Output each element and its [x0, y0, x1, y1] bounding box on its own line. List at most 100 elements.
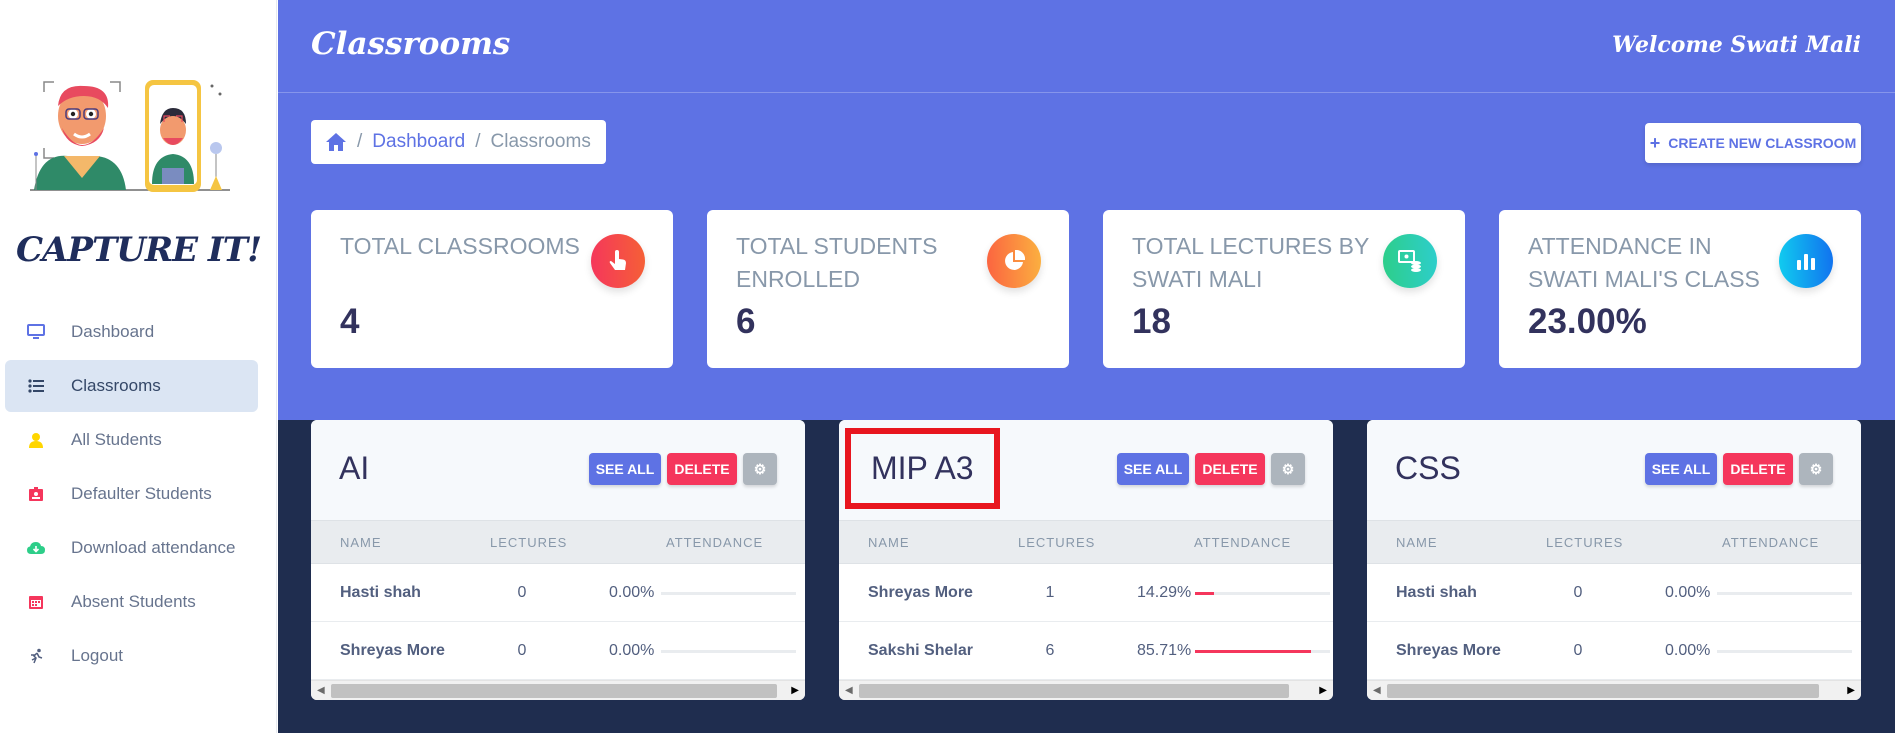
- classroom-name: MIP A3: [845, 428, 1000, 509]
- delete-button[interactable]: DELETE: [1195, 453, 1265, 485]
- table-row: Hasti shah 0 0.00%: [311, 564, 805, 622]
- column-header-lectures: LECTURES: [1018, 535, 1096, 550]
- attendance-percent: 0.00%: [1665, 642, 1711, 659]
- sidebar-item-label: All Students: [71, 430, 162, 449]
- attendance-bar: [1195, 592, 1330, 595]
- table-row: Shreyas More 0 0.00%: [311, 622, 805, 680]
- sidebar-item-download-attendance[interactable]: Download attendance: [5, 522, 258, 574]
- calendar-icon: [21, 594, 51, 610]
- table-row: Shreyas More 0 0.00%: [1367, 622, 1861, 680]
- settings-button[interactable]: ⚙: [743, 453, 777, 485]
- see-all-button[interactable]: SEE ALL: [1117, 453, 1189, 485]
- header-divider: [278, 92, 1895, 93]
- lectures-count: 0: [1573, 642, 1583, 659]
- sidebar-item-dashboard[interactable]: Dashboard: [5, 306, 258, 358]
- home-icon[interactable]: [325, 132, 347, 152]
- horizontal-scrollbar[interactable]: ◀ ▶: [1367, 680, 1861, 700]
- student-name: Hasti shah: [1396, 584, 1477, 601]
- stat-value: 6: [736, 302, 756, 341]
- card-header: CSS SEE ALL DELETE ⚙: [1367, 420, 1861, 520]
- scrollbar-thumb[interactable]: [1387, 684, 1819, 698]
- sidebar-item-all-students[interactable]: All Students: [5, 414, 258, 466]
- sidebar-item-label: Dashboard: [71, 322, 155, 341]
- bar-chart-icon: [1779, 234, 1833, 288]
- student-name: Shreyas More: [868, 584, 973, 601]
- plus-icon: +: [1649, 132, 1661, 153]
- gear-icon: ⚙: [1809, 460, 1823, 477]
- settings-button[interactable]: ⚙: [1271, 453, 1305, 485]
- scroll-left-arrow-icon[interactable]: ◀: [845, 685, 853, 696]
- classroom-card-ai: AI SEE ALL DELETE ⚙ NAME LECTURES ATTEND…: [311, 420, 805, 700]
- scroll-right-arrow-icon[interactable]: ▶: [1847, 685, 1855, 696]
- stat-title: TOTAL CLASSROOMS: [340, 233, 580, 259]
- lectures-count: 0: [517, 642, 527, 659]
- table-header: NAME LECTURES ATTENDANCE: [311, 520, 805, 564]
- sidebar-item-label: Classrooms: [71, 376, 161, 395]
- sidebar-item-classrooms[interactable]: Classrooms: [5, 360, 258, 412]
- stat-title: TOTAL STUDENTS ENROLLED: [736, 233, 938, 292]
- scroll-right-arrow-icon[interactable]: ▶: [1319, 685, 1327, 696]
- stat-value: 23.00%: [1528, 302, 1647, 341]
- student-name: Hasti shah: [340, 584, 421, 601]
- cloud-download-icon: [21, 541, 51, 555]
- column-header-attendance: ATTENDANCE: [666, 535, 764, 550]
- page-title: Classrooms: [311, 26, 511, 62]
- lectures-count: 0: [517, 584, 527, 601]
- classroom-name: AI: [339, 450, 370, 486]
- attendance-percent: 85.71%: [1137, 642, 1192, 659]
- see-all-button[interactable]: SEE ALL: [589, 453, 661, 485]
- table-header: NAME LECTURES ATTENDANCE: [839, 520, 1333, 564]
- sidebar-item-logout[interactable]: Logout: [5, 630, 258, 682]
- classroom-name: CSS: [1395, 450, 1461, 486]
- list-icon: [21, 379, 51, 393]
- horizontal-scrollbar[interactable]: ◀ ▶: [839, 680, 1333, 700]
- card-actions: SEE ALL DELETE ⚙: [1111, 453, 1305, 485]
- attendance-bar: [1717, 650, 1852, 653]
- sidebar-item-label: Absent Students: [71, 592, 196, 611]
- stat-card-total-classrooms: TOTAL CLASSROOMS 4: [311, 210, 673, 368]
- column-header-lectures: LECTURES: [490, 535, 568, 550]
- delete-button[interactable]: DELETE: [667, 453, 737, 485]
- table-row: Sakshi Shelar 6 85.71%: [839, 622, 1333, 680]
- breadcrumb-dashboard-link[interactable]: Dashboard: [372, 131, 465, 153]
- column-header-attendance: ATTENDANCE: [1722, 535, 1820, 550]
- card-actions: SEE ALL DELETE ⚙: [1639, 453, 1833, 485]
- see-all-button[interactable]: SEE ALL: [1645, 453, 1717, 485]
- scrollbar-thumb[interactable]: [859, 684, 1289, 698]
- attendance-bar-fill: [1195, 650, 1311, 653]
- scrollbar-thumb[interactable]: [331, 684, 777, 698]
- column-header-lectures: LECTURES: [1546, 535, 1624, 550]
- sidebar-item-defaulter-students[interactable]: Defaulter Students: [5, 468, 258, 520]
- gear-icon: ⚙: [753, 460, 767, 477]
- classroom-card-mip-a3: MIP A3 SEE ALL DELETE ⚙ NAME LECTURES AT…: [839, 420, 1333, 700]
- sidebar-item-absent-students[interactable]: Absent Students: [5, 576, 258, 628]
- sidebar-item-label: Defaulter Students: [71, 484, 212, 503]
- logo-illustration: [30, 80, 230, 192]
- sidebar: CAPTURE IT! Dashboard Classrooms All Stu…: [0, 0, 277, 733]
- student-name: Sakshi Shelar: [868, 642, 973, 659]
- settings-button[interactable]: ⚙: [1799, 453, 1833, 485]
- money-coins-icon: [1383, 234, 1437, 288]
- stat-value: 18: [1132, 302, 1171, 341]
- scroll-left-arrow-icon[interactable]: ◀: [1373, 685, 1381, 696]
- column-header-attendance: ATTENDANCE: [1194, 535, 1292, 550]
- card-header: AI SEE ALL DELETE ⚙: [311, 420, 805, 520]
- id-badge-icon: [21, 486, 51, 502]
- scroll-right-arrow-icon[interactable]: ▶: [791, 685, 799, 696]
- student-name: Shreyas More: [1396, 642, 1501, 659]
- column-header-name: NAME: [1396, 535, 1438, 550]
- card-header: MIP A3 SEE ALL DELETE ⚙: [839, 420, 1333, 520]
- create-new-classroom-button[interactable]: + CREATE NEW CLASSROOM: [1645, 123, 1861, 163]
- delete-button[interactable]: DELETE: [1723, 453, 1793, 485]
- sidebar-item-label: Download attendance: [71, 538, 236, 557]
- horizontal-scrollbar[interactable]: ◀ ▶: [311, 680, 805, 700]
- attendance-bar-fill: [1195, 592, 1215, 595]
- table-row: Hasti shah 0 0.00%: [1367, 564, 1861, 622]
- scroll-left-arrow-icon[interactable]: ◀: [317, 685, 325, 696]
- stat-value: 4: [340, 302, 360, 341]
- attendance-bar: [661, 650, 796, 653]
- lectures-count: 1: [1045, 584, 1055, 601]
- attendance-bar: [1195, 650, 1330, 653]
- create-button-label: CREATE NEW CLASSROOM: [1668, 135, 1857, 151]
- column-header-name: NAME: [868, 535, 910, 550]
